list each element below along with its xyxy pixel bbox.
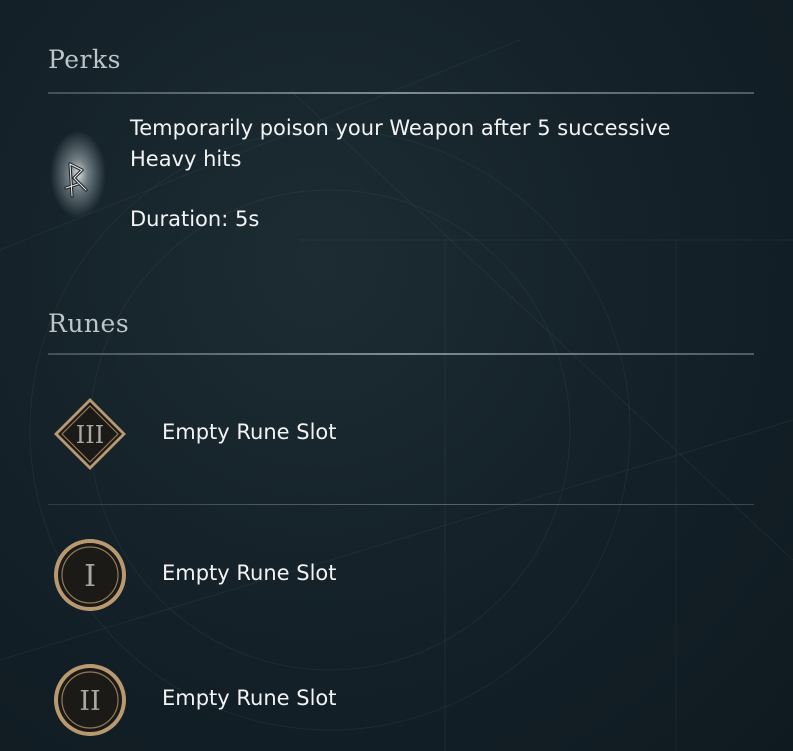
perks-section-title: Perks	[48, 45, 121, 74]
perks-divider	[48, 92, 754, 94]
rune-slot-ii-numeral: II	[79, 686, 100, 717]
rune-slot-ii-badge-icon: II	[52, 662, 128, 738]
perk-rune-icon	[42, 128, 112, 228]
rune-slot-iii[interactable]: III Empty Rune Slot	[48, 396, 748, 476]
rune-slot-i-badge-icon: I	[52, 537, 128, 613]
rune-slot-ii-label: Empty Rune Slot	[162, 686, 337, 710]
rune-slot-ii[interactable]: II Empty Rune Slot	[48, 662, 748, 742]
perk-description: Temporarily poison your Weapon after 5 s…	[130, 116, 671, 171]
runes-divider	[48, 353, 754, 355]
rune-slot-i-numeral: I	[84, 559, 96, 594]
rune-slot-i[interactable]: I Empty Rune Slot	[48, 537, 748, 617]
runes-section-title: Runes	[48, 309, 130, 338]
rune-slot-divider	[48, 504, 754, 505]
rune-slot-i-label: Empty Rune Slot	[162, 561, 337, 585]
rune-slot-iii-label: Empty Rune Slot	[162, 420, 337, 444]
rune-slot-iii-numeral: III	[76, 421, 104, 449]
perk-duration: Duration: 5s	[130, 207, 260, 231]
rune-slot-iii-badge-icon: III	[52, 396, 128, 472]
